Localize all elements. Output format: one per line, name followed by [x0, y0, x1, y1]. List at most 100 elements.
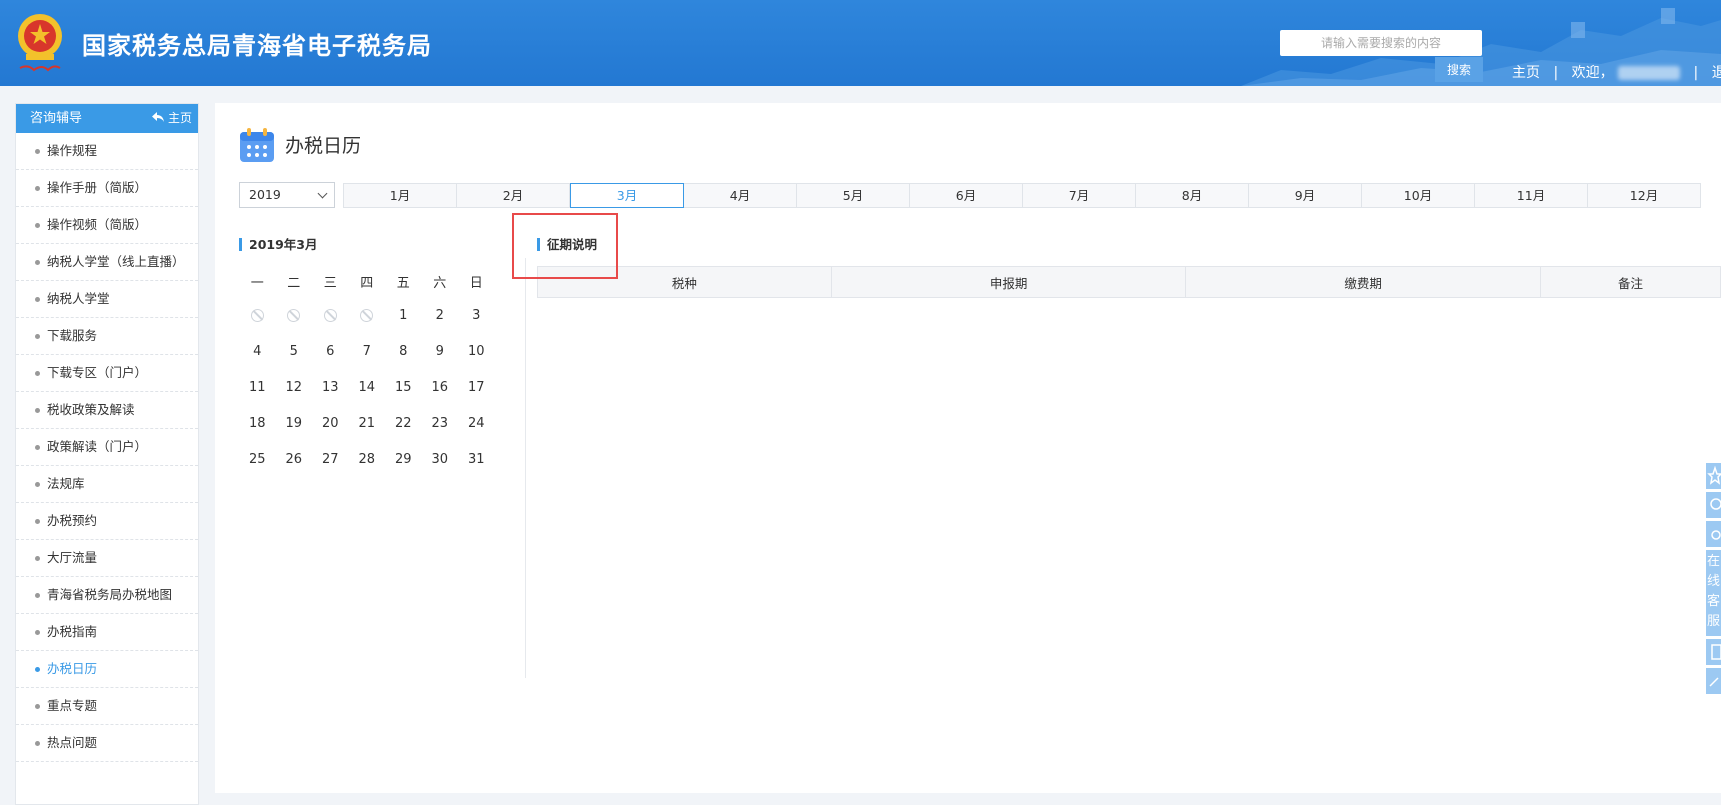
favorite-star-icon[interactable] [1706, 463, 1721, 489]
month-tab[interactable]: 4月 [684, 184, 797, 207]
calendar-day[interactable]: 19 [276, 416, 313, 431]
calendar-empty-day [312, 308, 349, 323]
calendar-day[interactable]: 9 [422, 344, 459, 359]
sidebar-item[interactable]: 办税日历 [16, 651, 198, 688]
calendar-day[interactable]: 7 [349, 344, 386, 359]
sidebar-item[interactable]: 纳税人学堂 [16, 281, 198, 318]
sidebar-title: 咨询辅导 [30, 111, 83, 126]
month-tab[interactable]: 12月 [1588, 184, 1700, 207]
month-tab[interactable]: 10月 [1362, 184, 1475, 207]
calendar-day[interactable]: 18 [239, 416, 276, 431]
calendar-day[interactable]: 22 [385, 416, 422, 431]
calendar-day[interactable]: 30 [422, 452, 459, 467]
calendar-day[interactable]: 24 [458, 416, 495, 431]
sidebar-item[interactable]: 下载服务 [16, 318, 198, 355]
calendar-weekday: 一 [250, 275, 264, 291]
calendar-day[interactable]: 5 [276, 344, 313, 359]
back-arrow-icon [151, 112, 164, 122]
calendar-day[interactable]: 20 [312, 416, 349, 431]
calendar-day[interactable]: 1 [385, 308, 422, 323]
online-service-button[interactable]: 在 线 客 服 [1706, 550, 1721, 636]
share-icon[interactable] [1706, 521, 1721, 547]
sidebar-item[interactable]: 税收政策及解读 [16, 392, 198, 429]
sidebar-item[interactable]: 操作视频（简版） [16, 207, 198, 244]
document-icon[interactable] [1706, 639, 1721, 665]
sidebar-home-label: 主页 [167, 111, 192, 125]
month-tab[interactable]: 5月 [797, 184, 910, 207]
top-nav: 主页 | 欢迎， | 退出 [1512, 62, 1721, 82]
calendar-weekday: 五 [396, 275, 410, 291]
table-header-cell: 缴费期 [1185, 266, 1541, 298]
calendar-day[interactable]: 26 [276, 452, 313, 467]
calendar-day[interactable]: 15 [385, 380, 422, 395]
disabled-day-icon [250, 308, 264, 322]
tax-emblem-logo [18, 14, 62, 72]
period-table: 税种 申报期 缴费期 备注 [537, 266, 1721, 298]
calendar-empty-day [276, 308, 313, 323]
calendar-day[interactable]: 8 [385, 344, 422, 359]
month-tab[interactable]: 6月 [910, 184, 1023, 207]
calendar-day[interactable]: 3 [458, 308, 495, 323]
month-tab[interactable]: 11月 [1475, 184, 1588, 207]
sidebar-item[interactable]: 办税预约 [16, 503, 198, 540]
calendar-day[interactable]: 21 [349, 416, 386, 431]
calendar-week-row: 11 12 13 14 15 16 17 [239, 369, 495, 405]
sidebar-item[interactable]: 纳税人学堂（线上直播） [16, 244, 198, 281]
calendar-day[interactable]: 2 [422, 308, 459, 323]
month-tab[interactable]: 3月 [570, 183, 684, 208]
sidebar-item[interactable]: 操作规程 [16, 133, 198, 170]
nav-home-link[interactable]: 主页 [1512, 62, 1540, 82]
online-service-char: 客 [1706, 594, 1720, 609]
year-select-value: 2019 [249, 187, 281, 202]
month-tab[interactable]: 9月 [1249, 184, 1362, 207]
calendar-day[interactable]: 13 [312, 380, 349, 395]
calendar-grid: 一二三四五六日 1 2 3 4 5 6 7 8 9 10 11 12 13 14 15 16 17 18 19 20 21… [239, 265, 495, 477]
calendar-day[interactable]: 23 [422, 416, 459, 431]
calendar-day[interactable]: 17 [458, 380, 495, 395]
calendar-day[interactable]: 6 [312, 344, 349, 359]
calendar-day[interactable]: 28 [349, 452, 386, 467]
table-header-cell: 申报期 [830, 266, 1187, 298]
calendar-day[interactable]: 31 [458, 452, 495, 467]
sidebar-item[interactable]: 青海省税务局办税地图 [16, 577, 198, 614]
feedback-heart-icon[interactable] [1706, 492, 1721, 518]
sidebar-item[interactable]: 法规库 [16, 466, 198, 503]
sidebar-header: 咨询辅导 主页 [16, 104, 198, 133]
sidebar-item[interactable]: 操作手册（简版） [16, 170, 198, 207]
search-input[interactable] [1280, 30, 1482, 56]
calendar-day[interactable]: 14 [349, 380, 386, 395]
sidebar-item[interactable]: 办税指南 [16, 614, 198, 651]
sidebar-item[interactable]: 政策解读（门户） [16, 429, 198, 466]
calendar-day[interactable]: 16 [422, 380, 459, 395]
month-tab[interactable]: 2月 [457, 184, 570, 207]
calendar-week-row: 25 26 27 28 29 30 31 [239, 441, 495, 477]
calendar-week-row: 4 5 6 7 8 9 10 [239, 333, 495, 369]
logout-link[interactable]: 退出 [1712, 62, 1721, 82]
sidebar-item[interactable]: 热点问题 [16, 725, 198, 762]
table-header-row: 税种 申报期 缴费期 备注 [537, 266, 1721, 298]
sidebar-item[interactable]: 下载专区（门户） [16, 355, 198, 392]
sidebar-item[interactable]: 重点专题 [16, 688, 198, 725]
calendar-day[interactable]: 10 [458, 344, 495, 359]
nav-separator: | [1553, 65, 1559, 81]
calendar-day[interactable]: 11 [239, 380, 276, 395]
calendar-day[interactable]: 27 [312, 452, 349, 467]
month-tab[interactable]: 7月 [1023, 184, 1136, 207]
year-select[interactable]: 2019 [239, 182, 335, 208]
sidebar-item[interactable]: 大厅流量 [16, 540, 198, 577]
calendar-day[interactable]: 29 [385, 452, 422, 467]
sidebar-home-link[interactable]: 主页 [151, 104, 192, 133]
search-button[interactable]: 搜索 [1435, 57, 1483, 82]
calendar-day[interactable]: 4 [239, 344, 276, 359]
calendar-day[interactable]: 12 [276, 380, 313, 395]
online-service-char: 在 [1706, 554, 1720, 569]
calendar-day[interactable]: 25 [239, 452, 276, 467]
main-panel: 办税日历 2019 1月 2月 3月 4月 5月 6月 7月 8月 9月 10月 11月 12月 20… [215, 103, 1721, 793]
back-to-top-icon[interactable] [1706, 668, 1721, 694]
user-name-blurred [1618, 66, 1681, 80]
highlight-annotation-box [512, 213, 618, 279]
page-title: 办税日历 [285, 135, 362, 157]
calendar-weekday: 四 [360, 275, 374, 291]
month-tab[interactable]: 8月 [1136, 184, 1249, 207]
month-tab[interactable]: 1月 [344, 184, 457, 207]
